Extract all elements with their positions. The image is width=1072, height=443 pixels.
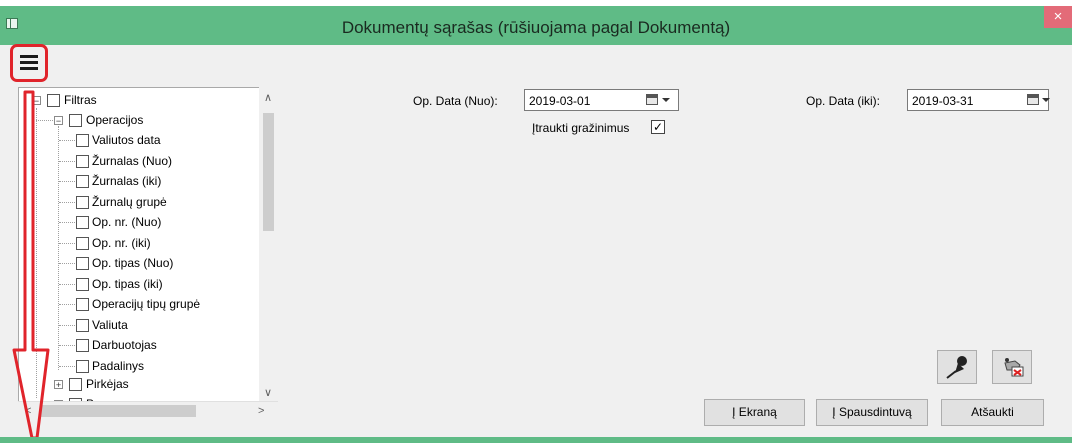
tree-checkbox[interactable]	[76, 339, 89, 352]
tree-checkbox[interactable]	[76, 216, 89, 229]
tree-node-child[interactable]: Op. tipas (iki)	[59, 275, 259, 295]
tree-checkbox[interactable]	[76, 277, 89, 291]
include-returns-checkbox[interactable]: ✓	[651, 120, 665, 134]
tree-checkbox[interactable]	[76, 318, 89, 332]
tree-checkbox[interactable]	[69, 114, 82, 127]
filter-tree[interactable]: − Filtras − Operacijos Valiutos data Žurn…	[18, 87, 278, 422]
tree-checkbox[interactable]	[47, 94, 60, 107]
to-printer-button[interactable]: Į Spausdintuvą	[816, 399, 928, 426]
chevron-down-icon[interactable]	[1042, 98, 1050, 102]
tree-checkbox[interactable]	[76, 134, 89, 147]
pin-icon	[946, 356, 967, 379]
tree-checkbox[interactable]	[76, 257, 89, 270]
tree-node-child[interactable]: Valiutos data	[59, 131, 259, 151]
include-returns-label: Įtraukti gražinimus	[532, 121, 630, 135]
vertical-scroll-thumb[interactable]	[263, 113, 274, 231]
tree-node-child[interactable]: Žurnalų grupė	[59, 193, 259, 213]
tree-node-child[interactable]: Žurnalas (iki)	[59, 172, 259, 192]
date-from-value: 2019-03-01	[529, 94, 591, 108]
settings-button[interactable]	[992, 350, 1032, 384]
collapse-icon[interactable]: −	[54, 116, 63, 126]
tree-node-label: Padalinys	[92, 358, 145, 373]
tree-node-child[interactable]: Darbuotojas	[59, 336, 259, 356]
calendar-icon[interactable]	[646, 94, 658, 105]
tree-node-child[interactable]: Op. nr. (iki)	[59, 234, 259, 254]
tree-node-child[interactable]: Valiuta	[59, 316, 259, 336]
scroll-down-icon[interactable]: ∨	[264, 386, 272, 399]
expand-icon[interactable]: +	[54, 380, 63, 390]
calendar-icon[interactable]	[1027, 94, 1039, 105]
scroll-right-icon[interactable]: >	[258, 405, 264, 417]
tree-node-label: Filtras	[64, 93, 97, 107]
chevron-down-icon[interactable]	[662, 98, 670, 102]
collapse-icon[interactable]: −	[32, 96, 41, 106]
tree-checkbox[interactable]	[76, 298, 89, 311]
tree-node-label: Op. nr. (iki)	[92, 235, 151, 250]
edit-settings-icon	[1004, 358, 1024, 377]
tree-node-label: Žurnalas (Nuo)	[92, 153, 173, 168]
date-to-value: 2019-03-31	[912, 94, 974, 108]
tree-node-label: Op. nr. (Nuo)	[92, 215, 162, 229]
tree-checkbox[interactable]	[76, 236, 89, 250]
tree-checkbox[interactable]	[76, 359, 89, 373]
tree-node-label: Valiuta	[92, 317, 128, 332]
cancel-button[interactable]: Atšaukti	[941, 399, 1044, 426]
tree-node-pirkejas[interactable]: + Pirkėjas	[53, 375, 253, 395]
date-from-label: Op. Data (Nuo):	[413, 94, 498, 108]
tree-checkbox[interactable]	[69, 378, 82, 391]
bottom-border	[0, 437, 1072, 443]
tree-node-filtras[interactable]: − Filtras	[31, 91, 231, 111]
scroll-left-icon[interactable]: <	[25, 405, 31, 417]
tree-checkbox[interactable]	[76, 195, 89, 209]
tree-node-label: Valiutos data	[92, 133, 161, 147]
date-to-label: Op. Data (iki):	[806, 94, 881, 108]
horizontal-scroll-thumb[interactable]	[40, 405, 196, 417]
tree-node-label: Op. tipas (iki)	[92, 276, 163, 291]
date-to-field[interactable]: 2019-03-31	[907, 89, 1050, 111]
date-from-field[interactable]: 2019-03-01	[524, 89, 679, 111]
tree-node-child[interactable]: Padalinys	[59, 357, 259, 377]
close-button[interactable]: ×	[1044, 6, 1072, 28]
to-screen-button[interactable]: Į Ekraną	[704, 399, 805, 426]
tree-node-label: Darbuotojas	[92, 338, 157, 352]
window-title: Dokumentų sąrašas (rūšiuojama pagal Doku…	[341, 18, 731, 37]
tree-node-child[interactable]: Operacijų tipų grupė	[59, 295, 259, 315]
tree-node-child[interactable]: Op. tipas (Nuo)	[59, 254, 259, 274]
menu-button[interactable]	[10, 44, 48, 82]
tree-node-child[interactable]: Op. nr. (Nuo)	[59, 213, 259, 233]
pin-button[interactable]	[937, 350, 977, 384]
tree-node-child[interactable]: Žurnalas (Nuo)	[59, 152, 259, 172]
scroll-up-icon[interactable]: ∧	[264, 91, 272, 104]
tree-node-label: Žurnalų grupė	[92, 194, 167, 209]
hamburger-menu-icon	[20, 55, 38, 71]
title-bar: Dokumentų sąrašas (rūšiuojama pagal Doku…	[0, 6, 1072, 45]
tree-node-label: Pirkėjas	[86, 377, 129, 391]
tree-checkbox[interactable]	[76, 154, 89, 168]
tree-node-operacijos[interactable]: − Operacijos	[36, 111, 253, 131]
tree-node-label: Op. tipas (Nuo)	[92, 256, 174, 270]
tree-node-label: Operacijos	[86, 113, 144, 127]
tree-checkbox[interactable]	[76, 175, 89, 188]
tree-node-label: Operacijų tipų grupė	[92, 297, 201, 311]
tree-node-label: Žurnalas (iki)	[92, 174, 162, 188]
